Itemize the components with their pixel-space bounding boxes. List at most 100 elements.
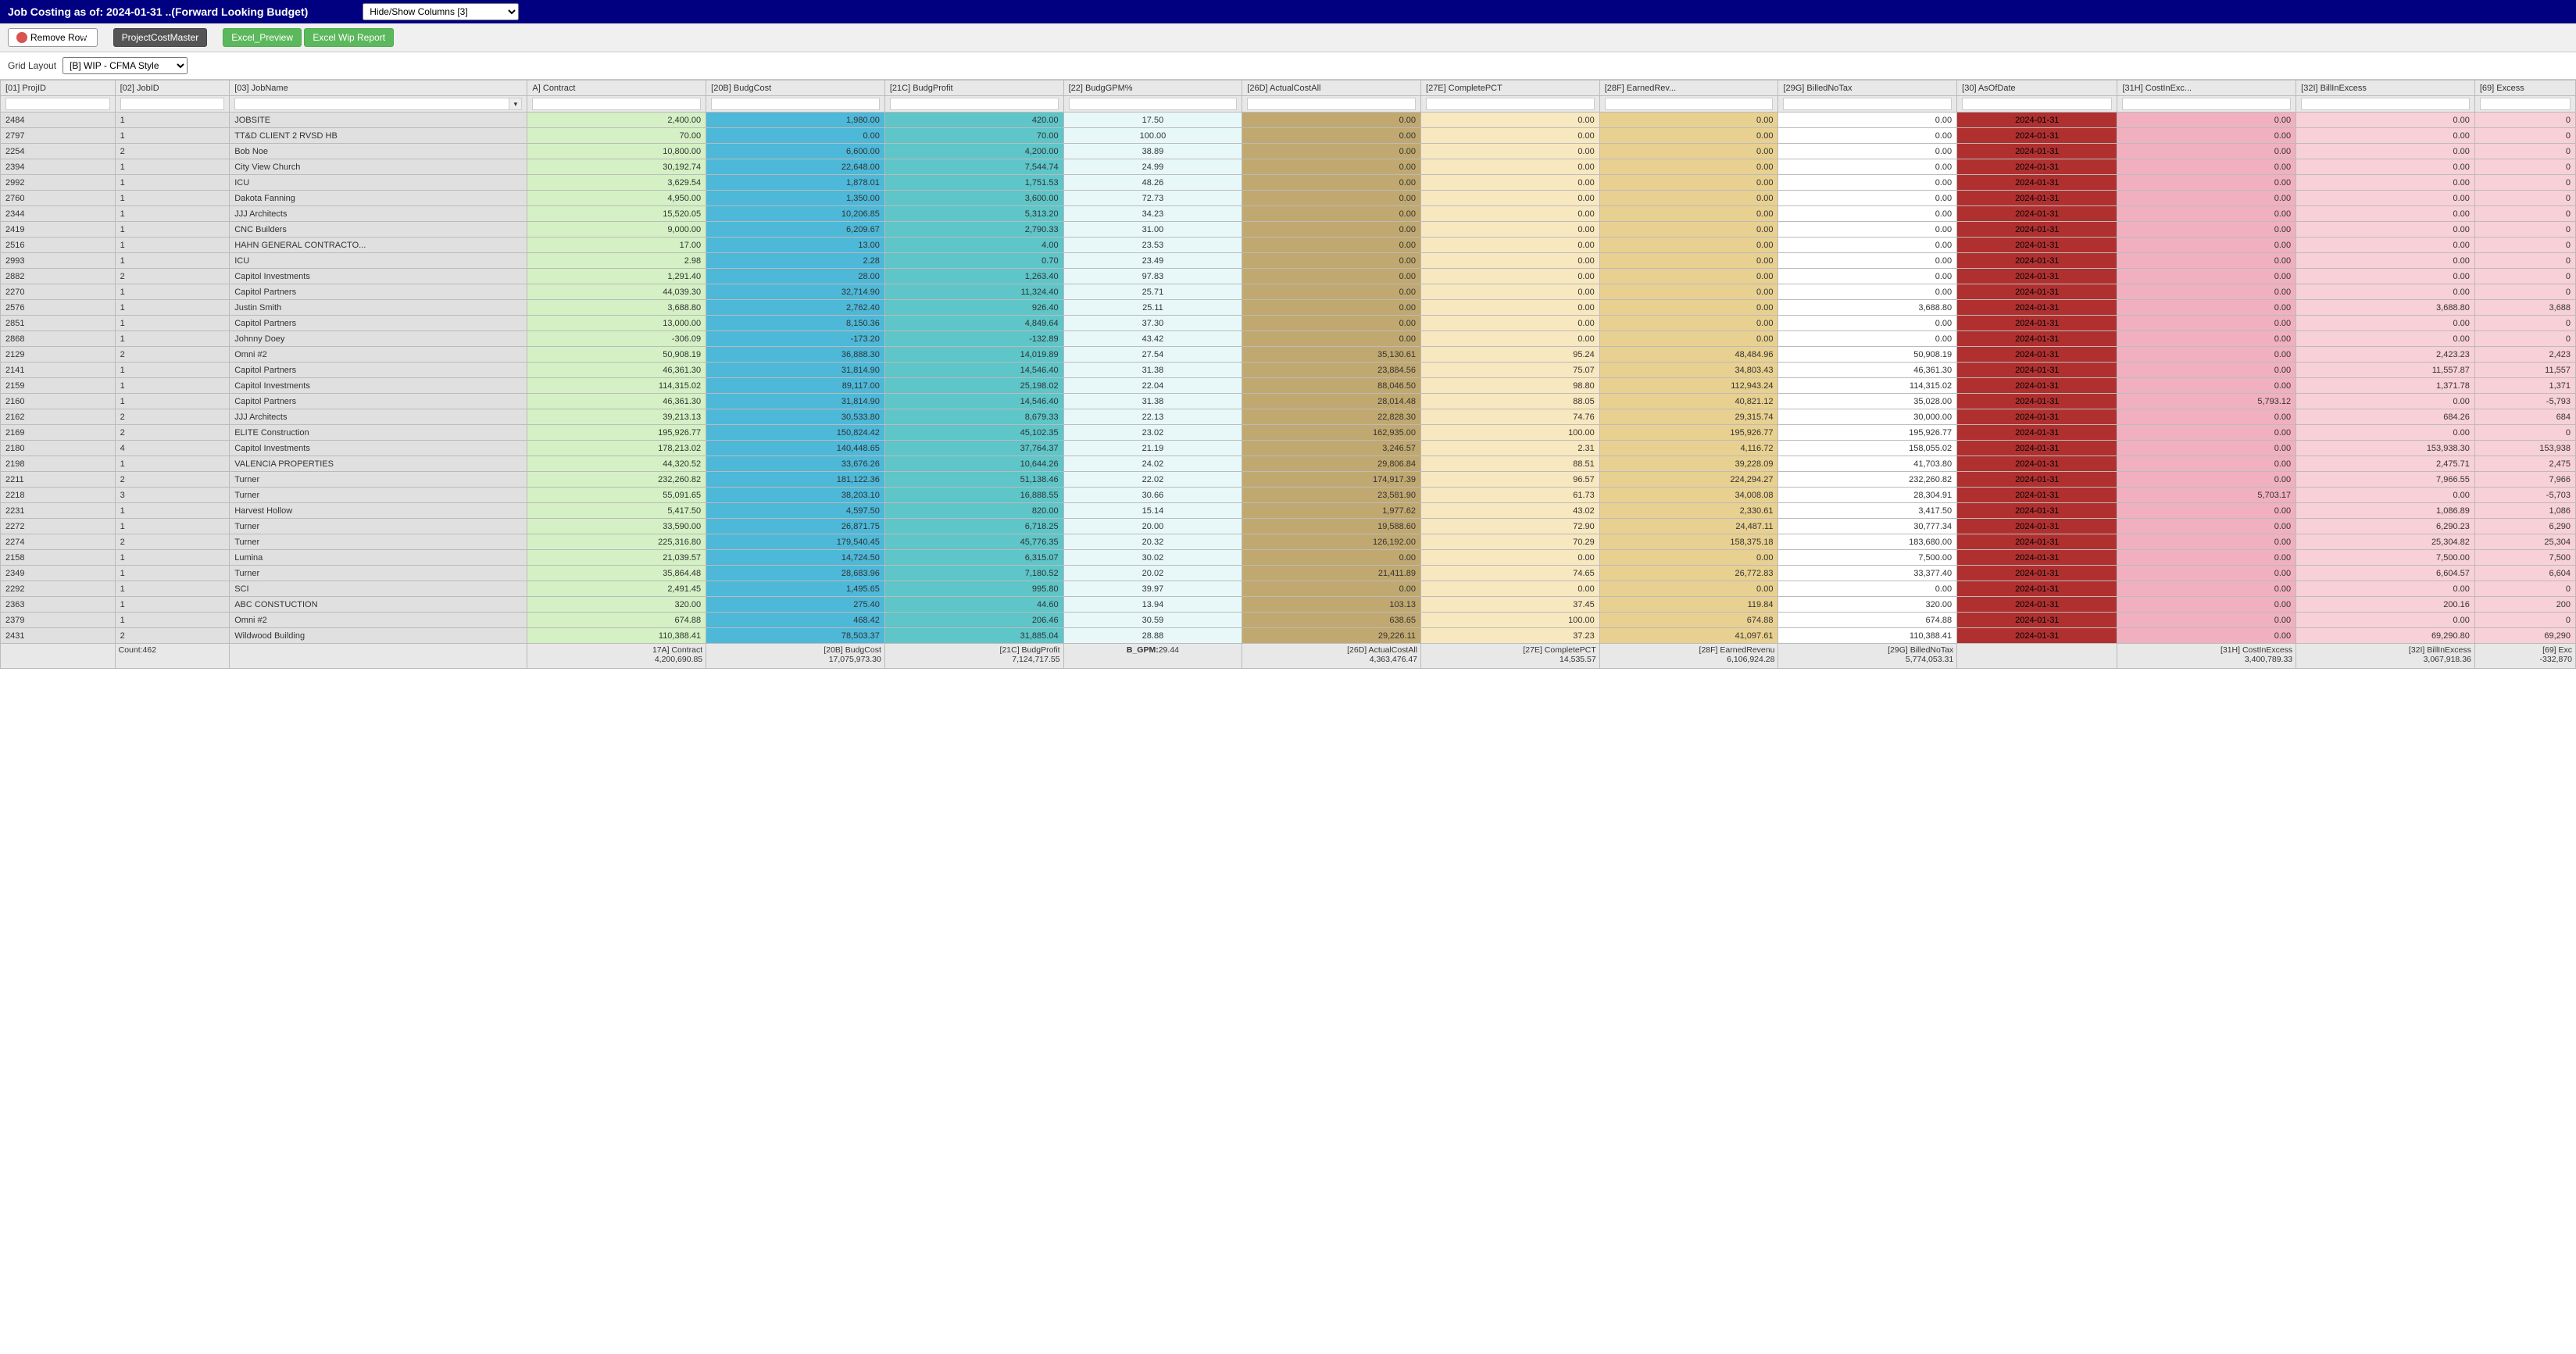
cell-excess: -5,793 xyxy=(2474,394,2575,409)
col-contract[interactable]: A] Contract xyxy=(527,80,706,96)
table-row[interactable]: 22112Turner232,260.82181,122.3651,138.46… xyxy=(1,472,2576,488)
cell-jobname: HAHN GENERAL CONTRACTO... xyxy=(230,238,527,253)
table-row[interactable]: 21804Capitol Investments178,213.02140,44… xyxy=(1,441,2576,456)
excel-wip-report-button[interactable]: Excel Wip Report xyxy=(304,28,394,47)
table-row[interactable]: 23941City View Church30,192.7422,648.007… xyxy=(1,159,2576,175)
col-asofdate[interactable]: [30] AsOfDate xyxy=(1957,80,2117,96)
filter-projid[interactable] xyxy=(5,98,110,110)
cell-budgprofit: 8,679.33 xyxy=(884,409,1063,425)
cell-pct: 0.00 xyxy=(1421,175,1600,191)
table-row[interactable]: 21981VALENCIA PROPERTIES44,320.5233,676.… xyxy=(1,456,2576,472)
cell-excess: 0 xyxy=(2474,113,2575,128)
col-jobname[interactable]: [03] JobName xyxy=(230,80,527,96)
table-row[interactable]: 22742Turner225,316.80179,540.4545,776.35… xyxy=(1,534,2576,550)
col-budggpm[interactable]: [22] BudgGPM% xyxy=(1063,80,1242,96)
cell-gpm: 34.23 xyxy=(1063,206,1242,222)
table-row[interactable]: 28511Capitol Partners13,000.008,150.364,… xyxy=(1,316,2576,331)
table-row[interactable]: 21581Lumina21,039.5714,724.506,315.0730.… xyxy=(1,550,2576,566)
table-row[interactable]: 21692ELITE Construction195,926.77150,824… xyxy=(1,425,2576,441)
filter-earned[interactable] xyxy=(1605,98,1774,110)
table-row[interactable]: 22701Capitol Partners44,039.3032,714.901… xyxy=(1,284,2576,300)
table-row[interactable]: 22921SCI2,491.451,495.65995.8039.970.000… xyxy=(1,581,2576,597)
table-row[interactable]: 22183Turner55,091.6538,203.1016,888.5530… xyxy=(1,488,2576,503)
cell-jobid: 1 xyxy=(115,597,230,613)
filter-costex[interactable] xyxy=(2122,98,2291,110)
table-row[interactable]: 23491Turner35,864.4828,683.967,180.5220.… xyxy=(1,566,2576,581)
table-row[interactable]: 21601Capitol Partners46,361.3031,814.901… xyxy=(1,394,2576,409)
filter-asof[interactable] xyxy=(1962,98,2112,110)
cell-earned: 0.00 xyxy=(1599,550,1778,566)
col-excess[interactable]: [69] Excess xyxy=(2474,80,2575,96)
filter-billed[interactable] xyxy=(1783,98,1952,110)
cell-gpm: 22.13 xyxy=(1063,409,1242,425)
table-row[interactable]: 21411Capitol Partners46,361.3031,814.901… xyxy=(1,363,2576,378)
filter-billex[interactable] xyxy=(2301,98,2470,110)
cell-jobid: 1 xyxy=(115,113,230,128)
table-row[interactable]: 27601Dakota Fanning4,950.001,350.003,600… xyxy=(1,191,2576,206)
table-row[interactable]: 21292Omni #250,908.1936,888.3014,019.892… xyxy=(1,347,2576,363)
col-jobid[interactable]: [02] JobID xyxy=(115,80,230,96)
cell-actual: 35,130.61 xyxy=(1242,347,1421,363)
grid-layout-select[interactable]: [B] WIP - CFMA Style xyxy=(63,57,188,74)
excel-preview-button[interactable]: Excel_Preview xyxy=(223,28,302,47)
table-row[interactable]: 24312Wildwood Building110,388.4178,503.3… xyxy=(1,628,2576,644)
table-row[interactable]: 27971TT&D CLIENT 2 RVSD HB70.000.0070.00… xyxy=(1,128,2576,144)
table-row[interactable]: 25161HAHN GENERAL CONTRACTO...17.0013.00… xyxy=(1,238,2576,253)
filter-gpm[interactable] xyxy=(1069,98,1238,110)
col-budgcost[interactable]: [20B] BudgCost xyxy=(706,80,885,96)
table-row[interactable]: 22311Harvest Hollow5,417.504,597.50820.0… xyxy=(1,503,2576,519)
chevron-down-icon[interactable]: ▾ xyxy=(509,98,522,110)
filter-pct[interactable] xyxy=(1426,98,1595,110)
col-actualcost[interactable]: [26D] ActualCostAll xyxy=(1242,80,1421,96)
cell-budgcost: 22,648.00 xyxy=(706,159,885,175)
cell-gpm: 13.94 xyxy=(1063,597,1242,613)
col-completepct[interactable]: [27E] CompletePCT xyxy=(1421,80,1600,96)
filter-excess[interactable] xyxy=(2480,98,2571,110)
cell-billed: 0.00 xyxy=(1778,159,1957,175)
table-row[interactable]: 23441JJJ Architects15,520.0510,206.855,3… xyxy=(1,206,2576,222)
cell-actual: 0.00 xyxy=(1242,128,1421,144)
table-row[interactable]: 24841JOBSITE2,400.001,980.00420.0017.500… xyxy=(1,113,2576,128)
cell-billex: 0.00 xyxy=(2296,206,2475,222)
project-cost-master-button[interactable]: ProjectCostMaster xyxy=(113,28,208,47)
col-budgprofit[interactable]: [21C] BudgProfit xyxy=(884,80,1063,96)
cell-budgcost: -173.20 xyxy=(706,331,885,347)
cell-gpm: 31.38 xyxy=(1063,394,1242,409)
col-earnedrev[interactable]: [28F] EarnedRev... xyxy=(1599,80,1778,96)
col-billednotax[interactable]: [29G] BilledNoTax xyxy=(1778,80,1957,96)
cell-billed: 0.00 xyxy=(1778,191,1957,206)
table-row[interactable]: 22542Bob Noe10,800.006,600.004,200.0038.… xyxy=(1,144,2576,159)
filter-budgcost[interactable] xyxy=(711,98,880,110)
table-row[interactable]: 29931ICU2.982.280.7023.490.000.000.000.0… xyxy=(1,253,2576,269)
cell-gpm: 20.02 xyxy=(1063,566,1242,581)
table-row[interactable]: 22721Turner33,590.0026,871.756,718.2520.… xyxy=(1,519,2576,534)
hide-show-select[interactable]: Hide/Show Columns [3] xyxy=(363,3,519,20)
cell-pct: 0.00 xyxy=(1421,144,1600,159)
cell-jobid: 2 xyxy=(115,144,230,159)
col-projid[interactable]: [01] ProjID xyxy=(1,80,116,96)
remove-row-button[interactable]: Remove Row xyxy=(8,28,98,47)
cell-jobname: Turner xyxy=(230,566,527,581)
filter-contract[interactable] xyxy=(532,98,701,110)
table-row[interactable]: 23791Omni #2674.88468.42206.4630.59638.6… xyxy=(1,613,2576,628)
table-row[interactable]: 23631ABC CONSTUCTION320.00275.4044.6013.… xyxy=(1,597,2576,613)
table-row[interactable]: 29921ICU3,629.541,878.011,751.5348.260.0… xyxy=(1,175,2576,191)
cell-gpm: 48.26 xyxy=(1063,175,1242,191)
col-billinexc[interactable]: [32I] BillInExcess xyxy=(2296,80,2475,96)
filter-actual[interactable] xyxy=(1247,98,1416,110)
filter-jobname[interactable] xyxy=(234,98,509,110)
table-row[interactable]: 24191CNC Builders9,000.006,209.672,790.3… xyxy=(1,222,2576,238)
col-costinexc[interactable]: [31H] CostInExc... xyxy=(2117,80,2296,96)
filter-jobid[interactable] xyxy=(120,98,225,110)
table-row[interactable]: 21591Capitol Investments114,315.0289,117… xyxy=(1,378,2576,394)
table-row[interactable]: 25761Justin Smith3,688.802,762.40926.402… xyxy=(1,300,2576,316)
filter-budgprofit[interactable] xyxy=(890,98,1059,110)
table-row[interactable]: 28822Capitol Investments1,291.4028.001,2… xyxy=(1,269,2576,284)
cell-projid: 2292 xyxy=(1,581,116,597)
cell-actual: 162,935.00 xyxy=(1242,425,1421,441)
table-row[interactable]: 28681Johnny Doey-306.09-173.20-132.8943.… xyxy=(1,331,2576,347)
grid[interactable]: [01] ProjID [02] JobID [03] JobName A] C… xyxy=(0,80,2576,669)
hide-show-columns[interactable]: Hide/Show Columns [3] xyxy=(363,3,519,20)
table-row[interactable]: 21622JJJ Architects39,213.1330,533.808,6… xyxy=(1,409,2576,425)
cell-earned: 0.00 xyxy=(1599,253,1778,269)
